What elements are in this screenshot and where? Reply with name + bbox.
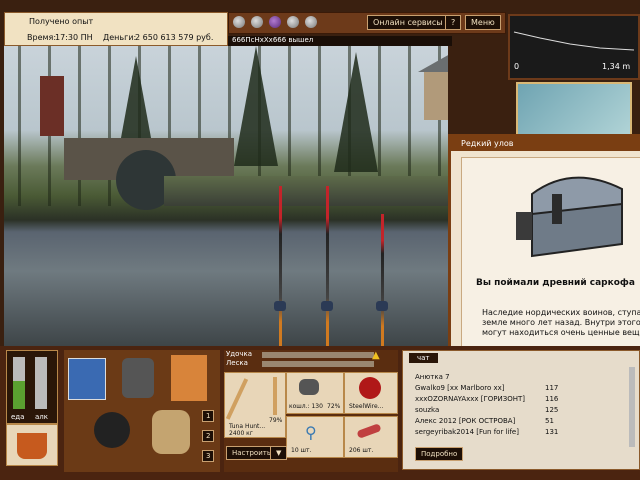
bucket-icon bbox=[17, 433, 47, 459]
slot-1-button[interactable]: 1 bbox=[202, 410, 215, 422]
backpack-icon[interactable] bbox=[122, 358, 154, 398]
reel-icon bbox=[274, 301, 286, 311]
received-label: Получено опыт bbox=[29, 17, 94, 26]
red-tower bbox=[40, 76, 64, 136]
fishing-rod-2[interactable] bbox=[326, 186, 329, 346]
bait-icon[interactable] bbox=[287, 16, 299, 28]
reel-icon bbox=[299, 379, 319, 395]
money-value: 2 650 613 579 руб. bbox=[135, 33, 214, 42]
hook-slot[interactable]: ⚲ 10 шт. bbox=[286, 416, 344, 458]
bait-icon[interactable] bbox=[233, 16, 245, 28]
bait-icon[interactable] bbox=[251, 16, 263, 28]
more-button[interactable]: Подробно bbox=[415, 447, 464, 461]
rod-label: Удочка bbox=[226, 350, 253, 358]
setup-dropdown-icon[interactable]: ▼ bbox=[270, 446, 288, 460]
food-label: еда bbox=[11, 413, 25, 421]
rod-pct: 79% bbox=[269, 417, 283, 424]
lure-slot[interactable]: 206 шт. bbox=[344, 416, 398, 458]
popup-body: Вы поймали древний саркофа Наследие норд… bbox=[461, 157, 640, 359]
reel-label: кошл.: 130 bbox=[289, 403, 323, 410]
cauldron-icon[interactable] bbox=[94, 412, 130, 448]
sarcophagus-icon bbox=[516, 176, 623, 258]
line-name: SteelWire... bbox=[349, 403, 384, 410]
reel-pct: 72% bbox=[327, 403, 341, 410]
fishing-rod-1[interactable] bbox=[279, 186, 282, 346]
reel-icon bbox=[321, 301, 333, 311]
bait-icon[interactable] bbox=[269, 16, 281, 28]
house-roof bbox=[418, 54, 448, 72]
chat-row[interactable]: Алекс 2012 [РОК ОСТРОВА] 51 bbox=[415, 417, 625, 427]
pine-tree bbox=[234, 46, 278, 166]
rod-tension-bar bbox=[262, 352, 374, 358]
time-value: 17:30 ПН bbox=[55, 33, 93, 42]
house bbox=[418, 54, 448, 120]
rod-durability-bar bbox=[273, 377, 277, 415]
rocky-shore bbox=[164, 176, 448, 206]
chat-scrollbar[interactable] bbox=[629, 367, 635, 447]
chat-row[interactable]: souzka 125 bbox=[415, 406, 625, 416]
notebook-icon[interactable] bbox=[170, 354, 208, 402]
fishing-rod-3[interactable] bbox=[381, 214, 384, 346]
time-label: Время: bbox=[27, 33, 57, 42]
slot-2-button[interactable]: 2 bbox=[202, 430, 215, 442]
popup-text-1: Наследие нордических воинов, ступа bbox=[482, 308, 640, 317]
alcohol-gauge bbox=[35, 357, 47, 409]
minimap[interactable] bbox=[516, 82, 632, 136]
money-label: Деньги: bbox=[103, 33, 137, 42]
chat-tab[interactable]: чат bbox=[409, 353, 438, 363]
rod-name: Tuna Hunt... bbox=[229, 423, 266, 430]
popup-title: Редкий улов bbox=[461, 139, 514, 148]
reel-slot[interactable]: кошл.: 130 72% bbox=[286, 372, 344, 414]
chat-row[interactable]: xxxOZORNAYAxxx [ГОРИЗОНТ] 116 bbox=[415, 395, 625, 405]
popup-text-2: земле много лет назад. Внутри этого bbox=[482, 318, 640, 327]
spool-icon bbox=[359, 377, 381, 399]
top-toolbar: Онлайн сервисы ? Меню bbox=[228, 12, 506, 34]
popup-text-3: могут находиться очень ценные вещи bbox=[482, 328, 640, 337]
reel-icon bbox=[376, 301, 388, 311]
line-label: Леска bbox=[226, 359, 248, 367]
online-services-button[interactable]: Онлайн сервисы bbox=[367, 15, 449, 30]
hook-count: 10 шт. bbox=[291, 447, 312, 454]
chat-row[interactable]: sergeyribak2014 [Fun for life] 131 bbox=[415, 428, 625, 438]
inventory-area: 1 2 3 bbox=[64, 350, 220, 472]
lure-icon bbox=[356, 423, 382, 439]
popup-header: Редкий улов bbox=[451, 137, 640, 151]
menu-button[interactable]: Меню bbox=[465, 15, 501, 30]
alcohol-label: алк bbox=[35, 413, 48, 421]
help-button[interactable]: ? bbox=[445, 15, 462, 30]
status-panel: Получено опыт Время: 17:30 ПН Деньги: 2 … bbox=[4, 12, 228, 46]
chat-row[interactable]: Анютка 7 bbox=[415, 373, 625, 383]
hook-icon: ⚲ bbox=[305, 423, 317, 442]
line-tension-bar bbox=[262, 361, 374, 367]
lure-count: 206 шт. bbox=[349, 447, 374, 454]
slot-3-button[interactable]: 3 bbox=[202, 450, 215, 462]
depth-value: 1,34 m bbox=[602, 62, 631, 71]
rod-weight: 2400 кг bbox=[229, 430, 253, 437]
depth-marker: 0 bbox=[514, 62, 520, 71]
fishing-scene[interactable] bbox=[4, 46, 448, 346]
depth-sonar: 0 1,34 m bbox=[508, 14, 640, 80]
tackle-panel: Удочка Леска ▲ 79% Tuna Hunt... 2400 кг … bbox=[224, 350, 398, 472]
stats-gauges: еда алк bbox=[6, 350, 58, 424]
creel-icon[interactable] bbox=[152, 410, 190, 454]
warning-icon: ▲ bbox=[372, 350, 380, 361]
system-notice: 666ПсНхХх666 вышел bbox=[228, 36, 452, 46]
stone-bridge bbox=[64, 138, 234, 210]
popup-headline: Вы поймали древний саркофа bbox=[476, 278, 635, 288]
tackle-box-icon[interactable] bbox=[68, 358, 106, 400]
rod-icon bbox=[225, 378, 249, 420]
rod-slot[interactable]: 79% Tuna Hunt... 2400 кг bbox=[224, 372, 286, 438]
chat-panel: чат Анютка 7 Gwalko9 [xx Marlboro xx] 117… bbox=[402, 350, 640, 470]
food-gauge bbox=[13, 357, 25, 409]
chat-row[interactable]: Gwalko9 [xx Marlboro xx] 117 bbox=[415, 384, 625, 394]
pine-tree bbox=[334, 52, 378, 172]
line-slot[interactable]: SteelWire... bbox=[344, 372, 398, 414]
bait-icon[interactable] bbox=[305, 16, 317, 28]
bucket-slot[interactable] bbox=[6, 424, 58, 466]
